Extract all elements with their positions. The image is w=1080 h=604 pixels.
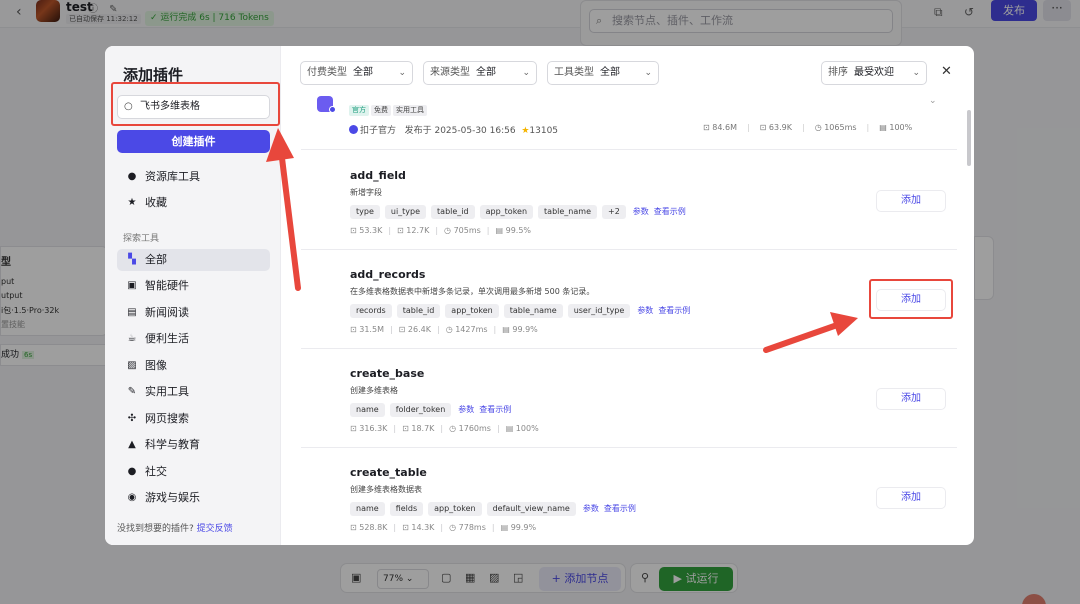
arrow-to-add-button: [763, 312, 858, 353]
arrow-up-to-search: [266, 128, 301, 291]
annotation-arrows: [266, 128, 858, 353]
